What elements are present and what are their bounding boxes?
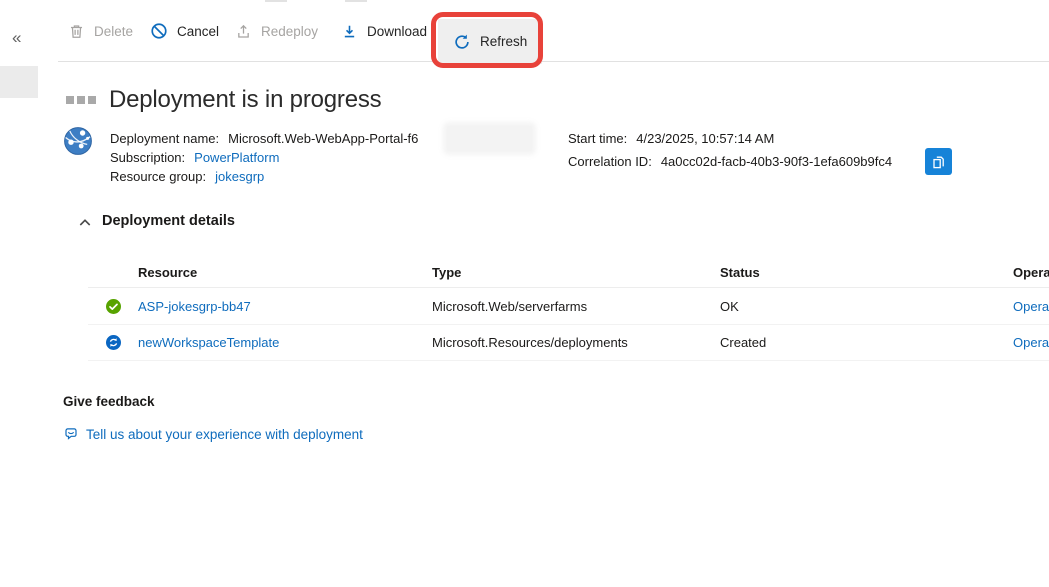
refresh-button-label: Refresh	[480, 34, 527, 49]
subscription-label: Subscription:	[110, 150, 185, 165]
resource-type: Microsoft.Web/serverfarms	[432, 299, 720, 314]
correlation-id-value: 4a0cc02d-facb-40b3-90f3-1efa609b9fc4	[661, 154, 892, 169]
deployment-name-row: Deployment name: Microsoft.Web-WebApp-Por…	[110, 131, 418, 147]
table-header-row: Resource Type Status Operation details	[88, 258, 1049, 288]
subscription-link[interactable]: PowerPlatform	[194, 150, 279, 165]
download-button-label: Download	[367, 24, 427, 39]
feedback-smiley-icon	[63, 426, 79, 442]
deployment-name-label: Deployment name:	[110, 131, 219, 146]
column-header-resource: Resource	[138, 265, 432, 280]
start-time-label: Start time:	[568, 131, 627, 146]
start-time-row: Start time: 4/23/2025, 10:57:14 AM	[568, 131, 774, 147]
sync-in-progress-icon	[88, 335, 138, 350]
resource-status: OK	[720, 299, 1013, 314]
delete-button-label: Delete	[94, 24, 133, 39]
subscription-row: Subscription: PowerPlatform	[110, 150, 279, 166]
copy-icon	[930, 153, 947, 170]
resource-type: Microsoft.Resources/deployments	[432, 335, 720, 350]
redeploy-button[interactable]: Redeploy	[235, 0, 318, 62]
refresh-icon	[453, 33, 471, 51]
column-header-type: Type	[432, 265, 720, 280]
refresh-button[interactable]: Refresh	[438, 19, 542, 64]
feedback-link[interactable]: Tell us about your experience with deplo…	[86, 427, 363, 442]
cancel-button[interactable]: Cancel	[150, 0, 219, 62]
resource-link[interactable]: newWorkspaceTemplate	[138, 335, 432, 350]
chevron-up-icon[interactable]	[77, 215, 93, 231]
collapse-double-chevron-icon[interactable]: «	[12, 28, 21, 48]
resource-group-label: Resource group:	[110, 169, 206, 184]
collapsed-sidebar-item	[0, 66, 38, 98]
deployment-details-title: Deployment details	[102, 213, 235, 229]
resource-status: Created	[720, 335, 1013, 350]
resource-group-link[interactable]: jokesgrp	[215, 169, 264, 184]
start-time-value: 4/23/2025, 10:57:14 AM	[636, 131, 774, 146]
globe-deployment-icon	[63, 126, 93, 156]
cancel-button-label: Cancel	[177, 24, 219, 39]
deployment-squares-icon	[66, 96, 96, 104]
redaction-blur	[447, 126, 532, 151]
table-row: ASP-jokesgrp-bb47 Microsoft.Web/serverfa…	[88, 288, 1049, 325]
resource-link[interactable]: ASP-jokesgrp-bb47	[138, 299, 432, 314]
download-button[interactable]: Download	[341, 0, 427, 62]
deployment-details-table: Resource Type Status Operation details A…	[88, 258, 1049, 361]
success-check-icon	[88, 299, 138, 314]
cancel-icon	[150, 22, 168, 40]
operation-details-link[interactable]: Operation details	[1013, 335, 1049, 350]
page-title: Deployment is in progress	[109, 86, 381, 114]
correlation-id-row: Correlation ID: 4a0cc02d-facb-40b3-90f3-1…	[568, 154, 892, 170]
copy-button[interactable]	[925, 148, 952, 175]
correlation-id-label: Correlation ID:	[568, 154, 652, 169]
give-feedback-title: Give feedback	[63, 394, 155, 409]
redeploy-icon	[235, 23, 252, 40]
redeploy-button-label: Redeploy	[261, 24, 318, 39]
column-header-operation-details: Operation details	[1013, 265, 1049, 280]
delete-button[interactable]: Delete	[68, 0, 133, 62]
operation-details-link[interactable]: Operation details	[1013, 299, 1049, 314]
deployment-name-value: Microsoft.Web-WebApp-Portal-f6	[228, 131, 418, 146]
table-row: newWorkspaceTemplate Microsoft.Resources…	[88, 325, 1049, 361]
column-header-status: Status	[720, 265, 1013, 280]
trash-icon	[68, 23, 85, 40]
resource-group-row: Resource group: jokesgrp	[110, 169, 264, 185]
download-icon	[341, 23, 358, 40]
